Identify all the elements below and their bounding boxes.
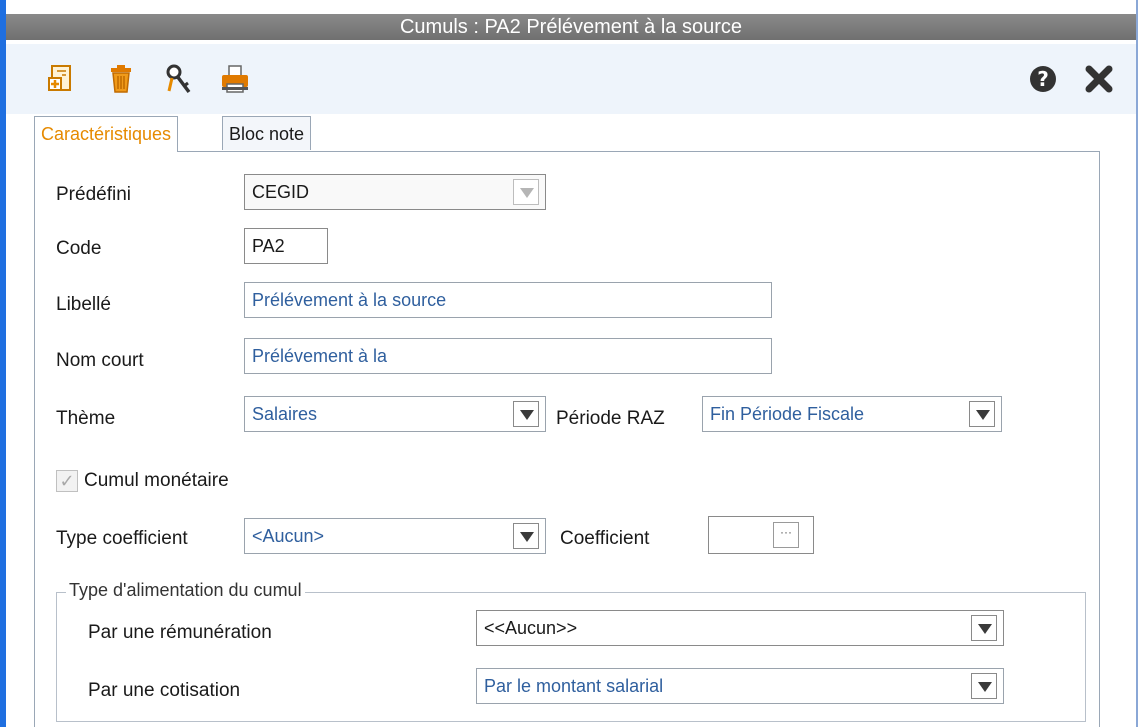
trash-icon[interactable] [104, 62, 138, 96]
print-icon[interactable] [218, 62, 252, 96]
cotisation-label: Par une cotisation [88, 680, 241, 701]
close-icon[interactable] [1082, 62, 1116, 96]
remuneration-dropdown-button[interactable] [971, 615, 997, 641]
periode-raz-value: Fin Période Fiscale [710, 404, 865, 424]
chevron-down-icon [520, 188, 534, 198]
remuneration-label: Par une rémunération [88, 622, 272, 643]
periode-raz-dropdown-button[interactable] [969, 401, 995, 427]
code-input[interactable]: PA2 [244, 228, 328, 264]
theme-dropdown-button[interactable] [513, 401, 539, 427]
predefini-label: Prédéfini [56, 184, 131, 205]
theme-label: Thème [56, 408, 116, 429]
new-document-icon[interactable] [44, 62, 78, 96]
window-title[interactable]: Cumuls : PA2 Prélévement à la source [6, 14, 1136, 40]
nom-court-input[interactable]: Prélévement à la [244, 338, 772, 374]
remuneration-value: <<Aucun>> [484, 618, 578, 638]
predefini-dropdown-button[interactable] [513, 179, 539, 205]
alimentation-group-title: Type d'alimentation du cumul [66, 580, 305, 601]
predefini-select[interactable]: CEGID [244, 174, 546, 210]
coefficient-label: Coefficient [560, 528, 650, 549]
periode-raz-select[interactable]: Fin Période Fiscale [702, 396, 1002, 432]
code-label: Code [56, 238, 102, 259]
nom-court-label: Nom court [56, 350, 144, 371]
libelle-label: Libellé [56, 294, 111, 315]
cotisation-value: Par le montant salarial [484, 676, 664, 696]
cumul-monetaire-checkbox[interactable]: ✓ [56, 470, 78, 492]
theme-value: Salaires [252, 404, 318, 424]
cumul-monetaire-label: Cumul monétaire [84, 470, 229, 491]
libelle-input[interactable]: Prélévement à la source [244, 282, 772, 318]
cotisation-dropdown-button[interactable] [971, 673, 997, 699]
cotisation-select[interactable]: Par le montant salarial [476, 668, 1004, 704]
chevron-down-icon [978, 624, 992, 634]
chevron-down-icon [520, 532, 534, 542]
type-coefficient-value: <Aucun> [252, 526, 325, 546]
theme-select[interactable]: Salaires [244, 396, 546, 432]
tab-caracteristiques[interactable]: Caractéristiques [34, 116, 179, 152]
help-icon[interactable]: ? [1026, 62, 1060, 96]
type-coefficient-dropdown-button[interactable] [513, 523, 539, 549]
chevron-down-icon [978, 682, 992, 692]
chevron-down-icon [976, 410, 990, 420]
coefficient-input[interactable]: ··· [708, 516, 814, 554]
tab-bloc-note[interactable]: Bloc note [222, 116, 312, 150]
svg-text:?: ? [1037, 67, 1049, 91]
predefini-value: CEGID [252, 182, 310, 202]
coefficient-ellipsis-button[interactable]: ··· [773, 522, 799, 548]
key-icon[interactable] [162, 62, 196, 96]
type-coefficient-select[interactable]: <Aucun> [244, 518, 546, 554]
chevron-down-icon [520, 410, 534, 420]
type-coefficient-label: Type coefficient [56, 528, 188, 549]
dialog-window: Cumuls : PA2 Prélévement à la source ? C… [0, 0, 1138, 727]
remuneration-select[interactable]: <<Aucun>> [476, 610, 1004, 646]
periode-raz-label: Période RAZ [556, 408, 665, 429]
